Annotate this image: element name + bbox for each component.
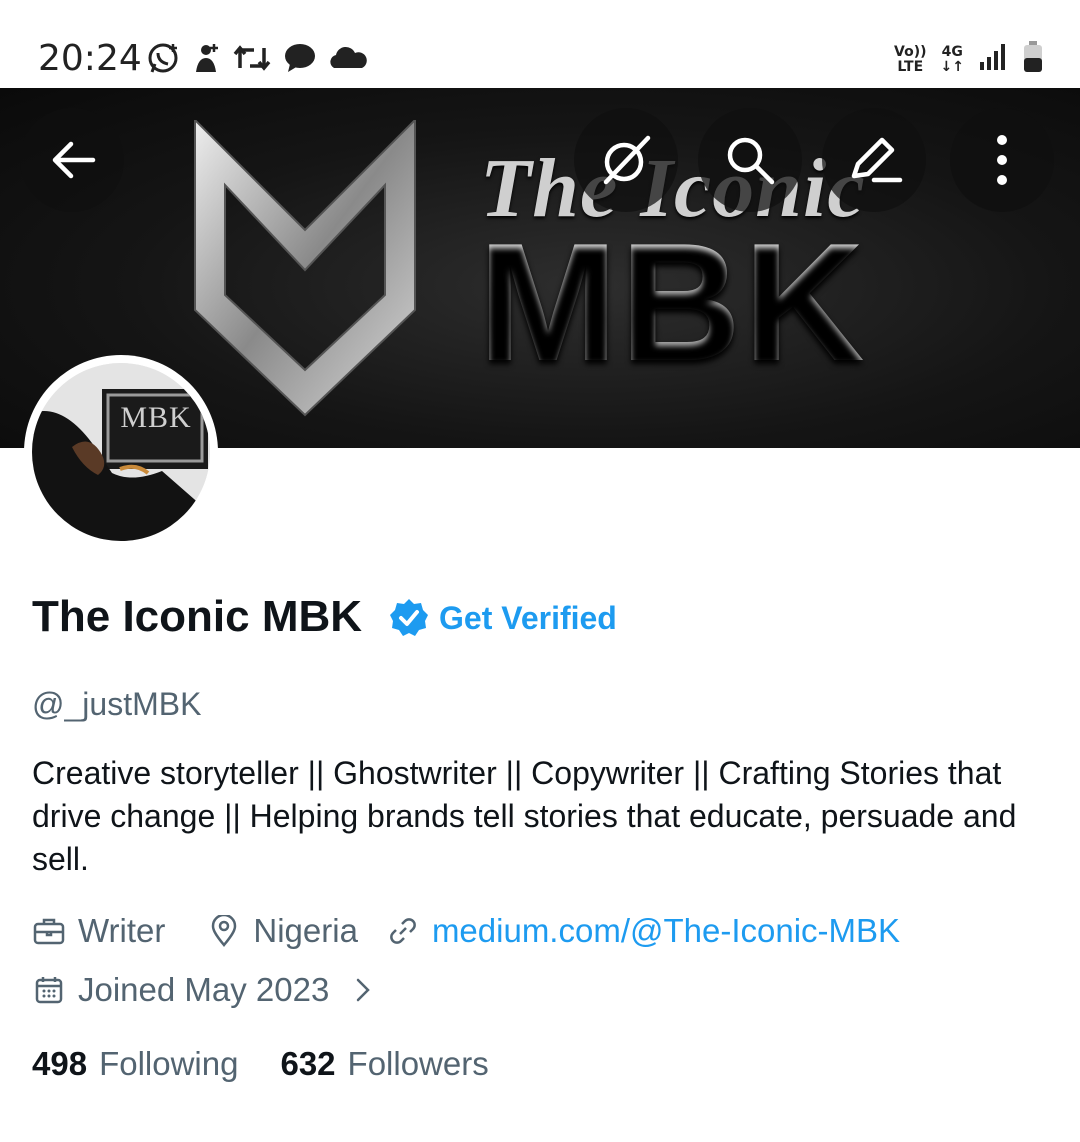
- joined-row[interactable]: Joined May 2023: [32, 971, 373, 1009]
- signal-icon: [978, 42, 1008, 77]
- followers-count: 632: [280, 1045, 336, 1082]
- search-button[interactable]: [698, 108, 802, 212]
- website-link[interactable]: medium.com/@The-Iconic-MBK: [432, 912, 900, 950]
- verified-badge-icon[interactable]: [388, 597, 430, 644]
- chevron-right-icon[interactable]: [353, 975, 373, 1005]
- edit-icon: [851, 137, 903, 183]
- volte-indicator: Vo)) LTE: [894, 43, 927, 75]
- user-plus-icon: [192, 40, 222, 81]
- location-item: Nigeria: [207, 912, 358, 950]
- calendar-icon: [32, 973, 66, 1007]
- avatar-photo: MBK: [32, 363, 210, 541]
- follow-stats: 498 Following 632 Followers: [32, 1045, 489, 1083]
- profile-name: The Iconic MBK: [32, 592, 363, 641]
- avatar[interactable]: MBK: [24, 355, 218, 549]
- grok-button[interactable]: [574, 108, 678, 212]
- system-icons: Vo)) LTE 4G ↓↑: [894, 40, 1044, 79]
- link-icon: [386, 914, 420, 948]
- get-verified-link[interactable]: Get Verified: [439, 600, 617, 637]
- chat-bubble-icon: [282, 40, 318, 81]
- more-vertical-icon: [997, 135, 1007, 185]
- location-text: Nigeria: [253, 912, 358, 949]
- status-bar: 20:24 Vo)) LTE 4G ↓↑: [0, 0, 1080, 88]
- website-item[interactable]: medium.com/@The-Iconic-MBK: [386, 912, 900, 950]
- profession-text: Writer: [78, 912, 166, 949]
- location-pin-icon: [207, 914, 241, 948]
- notification-icons: [146, 40, 368, 81]
- retweet-icon: [232, 40, 272, 81]
- profile-bio: Creative storyteller || Ghostwriter || C…: [32, 755, 1017, 877]
- followers-stat[interactable]: 632 Followers: [280, 1045, 488, 1083]
- cloud-icon: [328, 40, 368, 81]
- joined-text: Joined May 2023: [78, 971, 330, 1008]
- network-indicator: 4G ↓↑: [940, 43, 964, 75]
- followers-label: Followers: [347, 1045, 489, 1082]
- back-arrow-icon: [52, 141, 96, 179]
- battery-icon: [1022, 40, 1044, 79]
- following-label: Following: [99, 1045, 239, 1082]
- more-options-button[interactable]: [950, 108, 1054, 212]
- profile-handle: @_justMBK: [32, 686, 202, 722]
- edit-button[interactable]: [822, 108, 926, 212]
- search-icon: [727, 137, 775, 185]
- status-time: 20:24: [38, 38, 142, 79]
- grok-icon: [603, 135, 651, 185]
- profile-meta-row: Writer Nigeria medium.com/@The-Iconic-MB…: [32, 912, 900, 950]
- whatsapp-icon: [146, 40, 182, 81]
- following-count: 498: [32, 1045, 88, 1082]
- banner-big-text: MBK: [478, 208, 867, 396]
- briefcase-icon: [32, 914, 66, 948]
- avatar-frame-text: MBK: [120, 401, 192, 434]
- back-button[interactable]: [20, 108, 124, 212]
- following-stat[interactable]: 498 Following: [32, 1045, 238, 1083]
- mbk-logo: [190, 117, 420, 425]
- profession-item: Writer: [32, 912, 165, 950]
